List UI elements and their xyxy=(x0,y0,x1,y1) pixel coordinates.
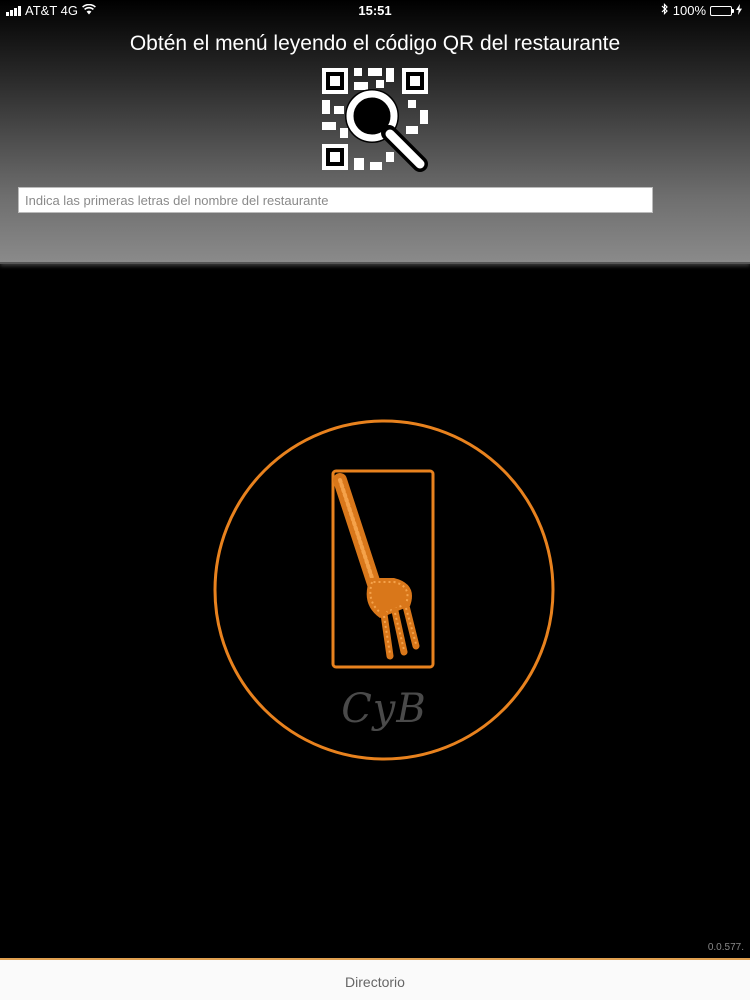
restaurant-search-input[interactable] xyxy=(18,187,653,213)
app-screen: AT&T 4G 15:51 100% Obtén el menú leyendo… xyxy=(0,0,750,1000)
version-label: 0.0.577. xyxy=(707,942,744,953)
status-time: 15:51 xyxy=(358,3,392,18)
header-panel: AT&T 4G 15:51 100% Obtén el menú leyendo… xyxy=(0,0,750,264)
status-right: 100% xyxy=(661,3,742,18)
fork-icon xyxy=(333,473,420,660)
tab-bar: Directorio xyxy=(0,958,750,1000)
battery-percent: 100% xyxy=(672,3,706,18)
charging-icon xyxy=(736,3,742,18)
qr-search-icon xyxy=(322,68,428,172)
battery-icon xyxy=(710,5,734,16)
page-title: Obtén el menú leyendo el código QR del r… xyxy=(129,32,621,55)
bluetooth-icon xyxy=(661,3,669,18)
qr-scan-button[interactable] xyxy=(320,66,430,172)
tab-directorio[interactable]: Directorio xyxy=(0,974,750,990)
status-bar: AT&T 4G 15:51 100% xyxy=(0,0,750,22)
logo-text: CyB xyxy=(341,686,427,732)
